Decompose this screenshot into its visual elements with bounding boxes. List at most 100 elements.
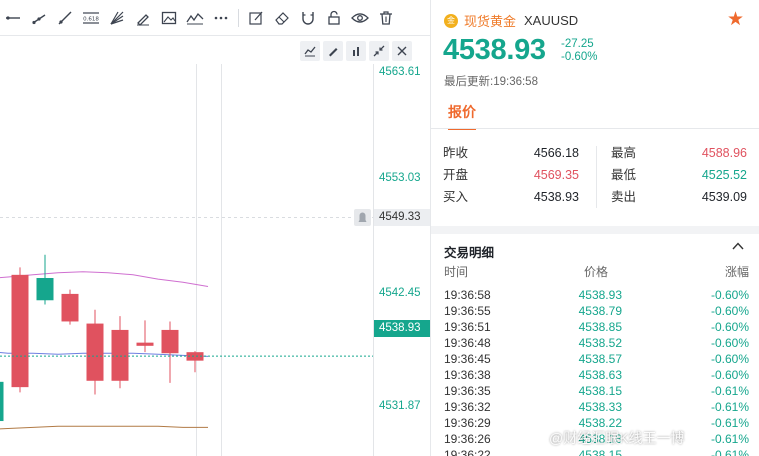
change-value: -27.25	[561, 38, 594, 50]
crosshair-price-label: 4549.33	[374, 209, 430, 226]
trade-row: 19:36:22 4538.15 -0.61%	[444, 447, 749, 456]
stat-label: 最低	[611, 168, 637, 182]
trade-price: 4538.85	[578, 320, 622, 334]
trade-price: 4538.57	[578, 352, 622, 366]
stat-value: 4566.18	[533, 146, 579, 160]
trade-price: 4538.33	[578, 400, 622, 414]
trade-time: 19:36:51	[444, 320, 491, 334]
magnet-icon[interactable]	[295, 5, 321, 31]
horizontal-line-icon[interactable]	[0, 5, 26, 31]
trades-title: 交易明细	[444, 246, 495, 260]
trade-price: 4538.15	[578, 448, 622, 456]
toolbar-divider	[238, 8, 239, 27]
fibonacci-icon[interactable]: 0.618	[78, 5, 104, 31]
column-header-price: 价格	[584, 265, 609, 279]
trade-change: -0.61%	[710, 448, 749, 456]
candle-body	[11, 274, 29, 388]
brush-icon[interactable]	[130, 5, 156, 31]
candles	[0, 254, 204, 422]
section-divider	[431, 226, 759, 234]
symbol-name: 现货黄金	[464, 14, 517, 29]
band-upper-line	[0, 271, 209, 287]
trade-row: 19:36:48 4538.52 -0.60%	[444, 335, 749, 351]
more-icon[interactable]	[208, 5, 234, 31]
symbol-header: 金 现货黄金 XAUUSD	[444, 11, 578, 30]
quote-panel: 金 现货黄金 XAUUSD ★ 4538.93 -27.25 -0.60% 最后…	[430, 0, 759, 456]
chevron-up-icon[interactable]	[731, 239, 745, 256]
drag-icon[interactable]	[346, 41, 366, 61]
trade-time: 19:36:55	[444, 304, 491, 318]
column-header-change: 涨幅	[724, 265, 749, 279]
trade-change: -0.60%	[710, 288, 749, 302]
trade-time: 19:36:38	[444, 368, 491, 382]
price-axis-label: 4542.45	[379, 287, 421, 299]
trade-time: 19:36:29	[444, 416, 491, 430]
trade-change: -0.61%	[710, 416, 749, 430]
ray-icon[interactable]	[26, 5, 52, 31]
shrink-icon[interactable]	[369, 41, 389, 61]
symbol-code: XAUUSD	[524, 13, 579, 28]
stat-value: 4569.35	[533, 168, 579, 182]
trade-price: 4538.93	[578, 288, 622, 302]
trade-time: 19:36:45	[444, 352, 491, 366]
app-root: 0.618 4563.61 4553.03 4542.45 4531.87 45…	[0, 0, 759, 456]
candle-body	[61, 293, 79, 322]
trade-price: 4538.15	[578, 384, 622, 398]
candle-body	[0, 381, 4, 422]
last-price: 4538.93	[443, 34, 546, 66]
alert-bell-icon[interactable]	[354, 209, 371, 226]
chart-canvas[interactable]	[0, 36, 430, 456]
trade-row: 19:36:55 4538.79 -0.60%	[444, 303, 749, 319]
last-update-time: 19:36:58	[493, 76, 538, 88]
close-icon[interactable]	[392, 41, 412, 61]
trend-line-icon[interactable]	[52, 5, 78, 31]
edit-icon[interactable]	[243, 5, 269, 31]
stat-row: 最高 4588.96	[611, 142, 747, 164]
candle	[0, 381, 4, 422]
candle	[61, 289, 79, 325]
change-percent: -0.60%	[561, 51, 598, 63]
trade-row: 19:36:45 4538.57 -0.60%	[444, 351, 749, 367]
candle-body	[111, 329, 129, 381]
trash-icon[interactable]	[373, 5, 399, 31]
trade-price: 4538.52	[578, 336, 622, 350]
trade-change: -0.61%	[710, 432, 749, 446]
trade-time: 19:36:22	[444, 448, 491, 456]
fan-icon[interactable]	[104, 5, 130, 31]
favorite-star-icon[interactable]: ★	[727, 8, 744, 31]
eye-icon[interactable]	[347, 5, 373, 31]
trade-time: 19:36:48	[444, 336, 491, 350]
wave-icon[interactable]	[182, 5, 208, 31]
trade-price: 4538.63	[578, 368, 622, 382]
trade-row: 19:36:58 4538.93 -0.60%	[444, 287, 749, 303]
candlestick-chart[interactable]: 4563.61 4553.03 4542.45 4531.87 4549.33 …	[0, 36, 430, 456]
trade-row: 19:36:51 4538.85 -0.60%	[444, 319, 749, 335]
watermark: @财经汇眼K线王一博	[549, 430, 685, 446]
eraser-icon[interactable]	[269, 5, 295, 31]
candle	[136, 320, 154, 353]
candle-body	[136, 342, 154, 346]
stat-value: 4539.09	[701, 190, 747, 204]
tab-quote[interactable]: 报价	[448, 102, 476, 130]
lock-icon[interactable]	[321, 5, 347, 31]
trade-change: -0.61%	[710, 400, 749, 414]
pen-icon[interactable]	[323, 41, 343, 61]
stat-label: 卖出	[611, 190, 637, 204]
stat-row: 卖出 4539.09	[611, 186, 747, 208]
price-change: -27.25 -0.60%	[561, 38, 597, 64]
last-update-label: 最后更新:	[444, 76, 494, 88]
indicator-icon[interactable]	[300, 41, 320, 61]
current-price-label: 4538.93	[374, 320, 430, 337]
column-header-time: 时间	[444, 265, 469, 279]
candle	[11, 267, 29, 393]
tab-divider	[431, 128, 759, 129]
trade-time: 19:36:26	[444, 432, 491, 446]
image-icon[interactable]	[156, 5, 182, 31]
candle	[111, 316, 129, 389]
price-axis-label: 4563.61	[379, 66, 421, 78]
chart-controls	[300, 41, 412, 61]
stat-label: 开盘	[443, 168, 469, 182]
stat-row: 开盘 4569.35	[443, 164, 579, 186]
trade-change: -0.60%	[710, 304, 749, 318]
trade-change: -0.61%	[710, 384, 749, 398]
